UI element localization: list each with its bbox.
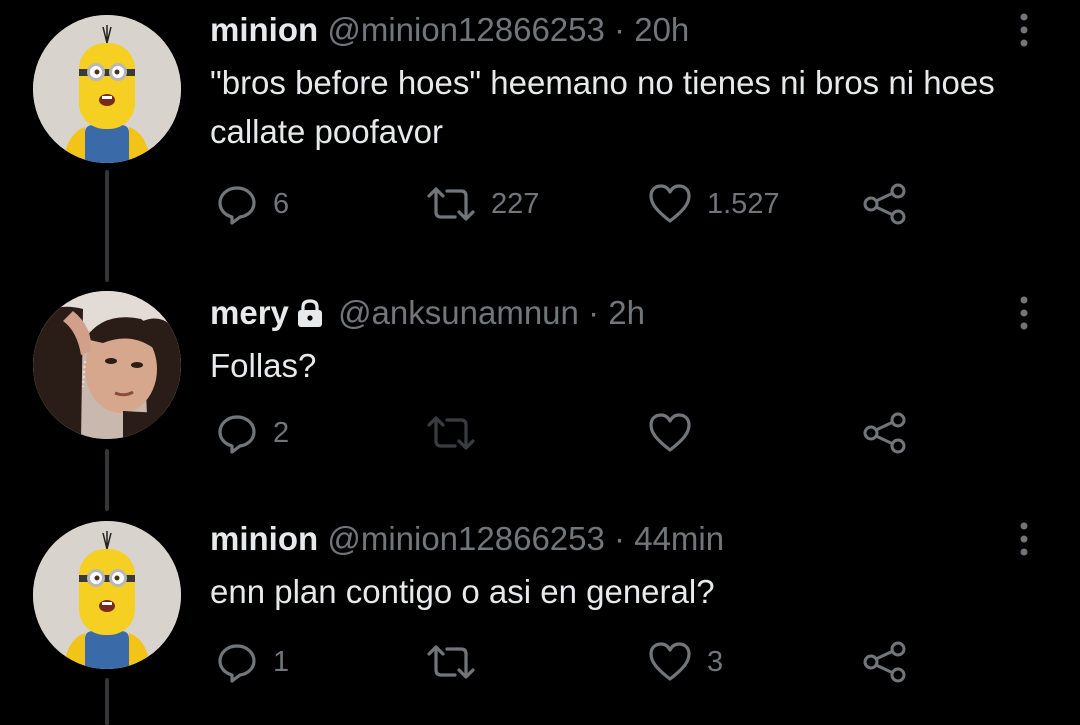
- reply-button[interactable]: 1: [215, 640, 289, 684]
- display-name[interactable]: minion: [210, 11, 318, 48]
- share-icon: [861, 411, 909, 455]
- reply-icon: [215, 182, 259, 226]
- user-handle[interactable]: @minion12866253: [327, 11, 605, 48]
- reply-button[interactable]: 6: [215, 182, 289, 226]
- lock-icon: [295, 297, 325, 337]
- retweet-icon: [425, 640, 477, 684]
- reply-icon: [215, 411, 259, 455]
- share-button[interactable]: [861, 182, 909, 226]
- more-options-icon[interactable]: [1014, 295, 1034, 331]
- retweet-button: [425, 411, 477, 455]
- tweet-header: mery @anksunamnun · 2h: [210, 293, 645, 337]
- reply-icon: [215, 640, 259, 684]
- tweet-text: enn plan contigo o asi en general?: [210, 573, 715, 610]
- tweet-header: minion @minion12866253 · 44min: [210, 519, 724, 559]
- like-button[interactable]: 1.527: [647, 182, 780, 226]
- reply-count: 6: [273, 187, 290, 220]
- retweet-count: 227: [491, 187, 540, 220]
- tweet-header: minion @minion12866253 · 20h: [210, 10, 689, 50]
- avatar[interactable]: [33, 521, 181, 669]
- user-handle[interactable]: @minion12866253: [327, 520, 605, 557]
- retweet-button[interactable]: 227: [425, 182, 539, 226]
- share-button[interactable]: [861, 411, 909, 455]
- like-count: 1.527: [707, 187, 780, 220]
- separator-dot: ·: [614, 11, 626, 48]
- like-count: 3: [707, 645, 724, 678]
- like-icon: [647, 411, 693, 455]
- like-button[interactable]: [647, 411, 693, 455]
- avatar[interactable]: [33, 15, 181, 163]
- more-options-icon[interactable]: [1014, 521, 1034, 557]
- reply-count: 2: [273, 416, 290, 449]
- retweet-button[interactable]: [425, 640, 477, 684]
- tweet[interactable]: minion @minion12866253 · 44min enn plan …: [0, 509, 1080, 725]
- tweet[interactable]: mery @anksunamnun · 2h Follas? 2: [0, 283, 1080, 503]
- separator-dot: ·: [614, 520, 626, 557]
- display-name[interactable]: mery: [210, 294, 289, 331]
- like-button[interactable]: 3: [647, 640, 723, 684]
- like-icon: [647, 182, 693, 226]
- retweet-icon: [425, 411, 477, 455]
- woman-photo-avatar-image: [33, 291, 181, 439]
- reply-count: 1: [273, 645, 290, 678]
- retweet-icon: [425, 182, 477, 226]
- timestamp[interactable]: 20h: [634, 11, 689, 48]
- separator-dot: ·: [588, 294, 600, 331]
- more-options-icon[interactable]: [1014, 12, 1034, 48]
- reply-button[interactable]: 2: [215, 411, 289, 455]
- reply-thread: minion @minion12866253 · 20h "bros befor…: [0, 0, 1080, 725]
- minion-avatar-image: [33, 15, 181, 163]
- user-handle[interactable]: @anksunamnun: [338, 294, 579, 331]
- timestamp[interactable]: 2h: [608, 294, 645, 331]
- tweet-text: "bros before hoes" heemano no tienes ni …: [210, 64, 995, 150]
- minion-avatar-image: [33, 521, 181, 669]
- timestamp[interactable]: 44min: [634, 520, 724, 557]
- tweet[interactable]: minion @minion12866253 · 20h "bros befor…: [0, 0, 1080, 280]
- share-icon: [861, 182, 909, 226]
- share-button[interactable]: [861, 640, 909, 684]
- display-name[interactable]: minion: [210, 520, 318, 557]
- avatar[interactable]: [33, 291, 181, 439]
- share-icon: [861, 640, 909, 684]
- tweet-text: Follas?: [210, 347, 317, 384]
- like-icon: [647, 640, 693, 684]
